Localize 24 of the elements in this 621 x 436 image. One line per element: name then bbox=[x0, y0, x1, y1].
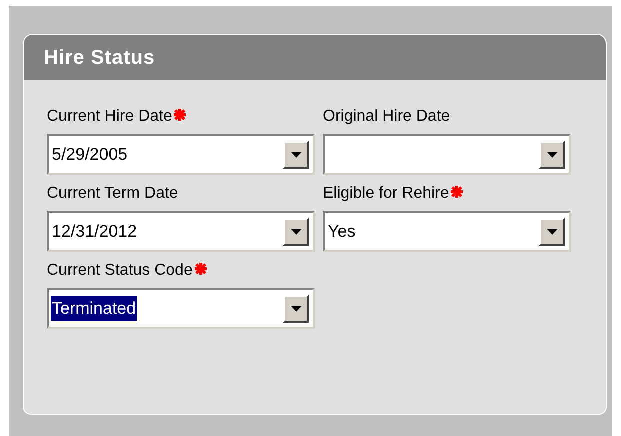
field-label: Eligible for Rehire bbox=[323, 184, 450, 204]
dropdown-button[interactable] bbox=[283, 218, 309, 246]
caret-icon bbox=[290, 228, 302, 234]
caret-icon bbox=[290, 152, 302, 158]
required-icon bbox=[194, 263, 207, 275]
caret-icon bbox=[290, 306, 302, 312]
dropdown-field[interactable]: 12/31/2012 bbox=[47, 211, 315, 252]
dropdown-button[interactable] bbox=[539, 218, 565, 246]
required-icon bbox=[451, 186, 464, 198]
dropdown-field[interactable]: Terminated bbox=[47, 288, 315, 329]
field-label: Current Status Code bbox=[47, 261, 193, 281]
caret-icon bbox=[546, 228, 558, 234]
field-label: Original Hire Date bbox=[323, 107, 450, 127]
caret-icon bbox=[546, 152, 558, 158]
dropdown-button[interactable] bbox=[539, 140, 565, 168]
dropdown-button[interactable] bbox=[283, 140, 309, 168]
dropdown-field[interactable]: 5/29/2005 bbox=[47, 134, 315, 175]
required-icon bbox=[174, 109, 186, 121]
panel-title: Hire Status bbox=[44, 46, 156, 70]
field-label: Current Term Date bbox=[47, 184, 178, 204]
dropdown-button[interactable] bbox=[283, 294, 309, 322]
dropdown-field[interactable] bbox=[323, 134, 571, 175]
field-label: Current Hire Date bbox=[47, 107, 172, 127]
dropdown-field[interactable]: Yes bbox=[323, 211, 571, 252]
